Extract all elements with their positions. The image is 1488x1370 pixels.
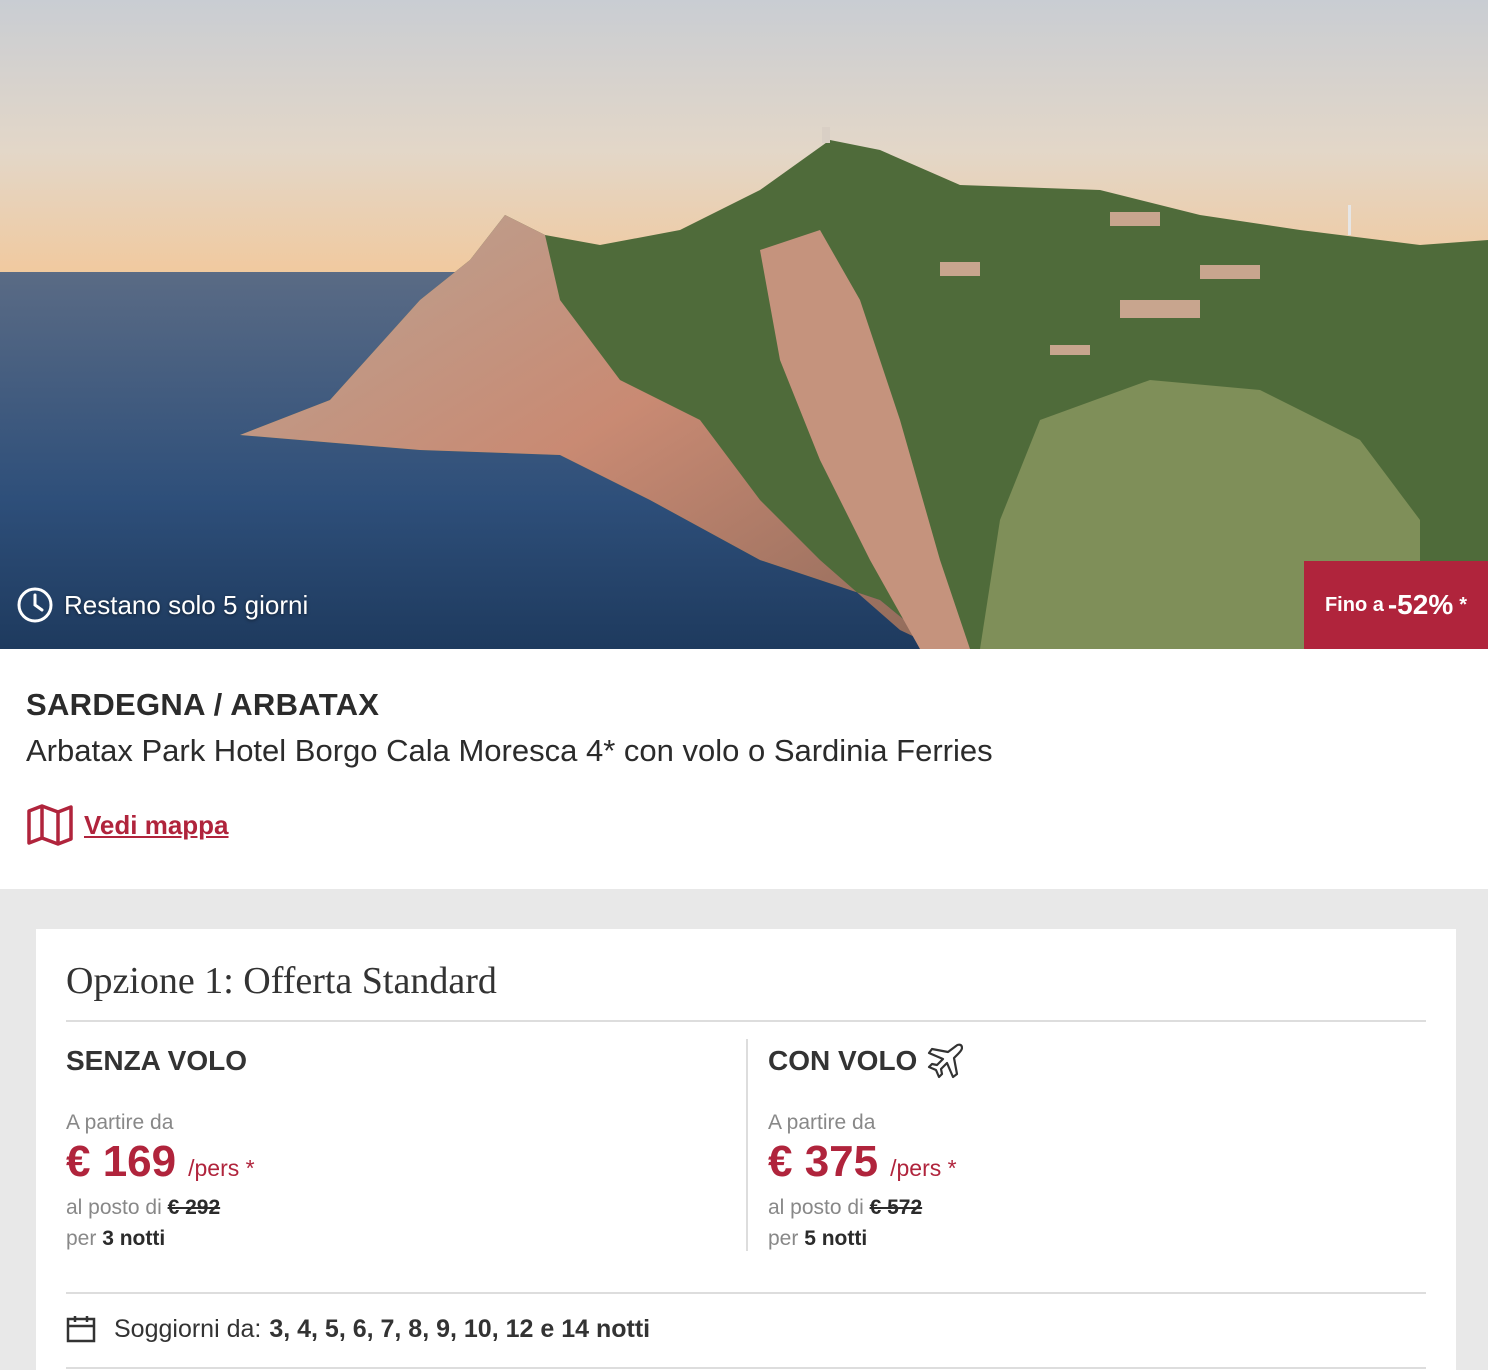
hero-image: Restano solo 5 giorni Fino a -52% * (0, 0, 1488, 649)
discount-prefix: Fino a (1324, 593, 1384, 616)
countdown-text: Restano solo 5 giorni (64, 589, 309, 620)
original-price: al posto di € 292 (66, 1196, 220, 1220)
price-block: € 169 /pers * (66, 1137, 255, 1187)
from-label: A partire da (768, 1111, 876, 1134)
region-title: SARDEGNA / ARBATAX (26, 687, 380, 722)
coastline-photo (0, 0, 1488, 649)
original-price: al posto di € 572 (768, 1196, 922, 1220)
without-flight-heading: SENZA VOLO (66, 1045, 247, 1076)
instead-label: al posto di (768, 1196, 864, 1219)
per-person-label: /pers * (188, 1155, 255, 1181)
map-link-label[interactable]: Vedi mappa (84, 810, 229, 841)
from-label: A partire da (66, 1111, 174, 1134)
divider (66, 1367, 1426, 1369)
original-price-value: € 572 (869, 1196, 923, 1219)
nights-info: per 5 notti (768, 1227, 867, 1251)
offer-card: Opzione 1: Offerta Standard SENZA VOLO A… (36, 929, 1456, 1370)
discount-badge: Fino a -52% * (1304, 561, 1488, 649)
price-value: € 375 (768, 1137, 879, 1186)
listing-info: SARDEGNA / ARBATAX Arbatax Park Hotel Bo… (0, 649, 1488, 889)
price-block: € 375 /pers * (768, 1137, 957, 1187)
divider (66, 1292, 1426, 1294)
discount-value: -52% (1387, 589, 1454, 620)
discount-suffix: * (1459, 593, 1468, 616)
nights-value: 5 notti (804, 1227, 868, 1250)
instead-label: al posto di (66, 1196, 162, 1219)
stays-label: Soggiorni da: (114, 1314, 262, 1343)
offer-title: Opzione 1: Offerta Standard (66, 960, 497, 1002)
nights-prefix: per (768, 1227, 799, 1250)
clock-icon (17, 587, 53, 623)
with-flight-heading-row: CON VOLO (768, 1041, 1428, 1081)
map-icon (27, 804, 73, 846)
divider (66, 1020, 1426, 1022)
stays-values: 3, 4, 5, 6, 7, 8, 9, 10, 12 e 14 notti (269, 1314, 651, 1343)
countdown-badge: Restano solo 5 giorni (16, 586, 308, 624)
price-value: € 169 (66, 1137, 177, 1186)
map-link[interactable]: Vedi mappa (26, 803, 229, 847)
nights-value: 3 notti (102, 1227, 166, 1250)
with-flight-heading: CON VOLO (768, 1045, 918, 1076)
stay-lengths: Soggiorni da: 3, 4, 5, 6, 7, 8, 9, 10, 1… (66, 1314, 650, 1344)
option-with-flight[interactable]: CON VOLO A partire da € 375 /pers * al p… (768, 1041, 1428, 1253)
option-without-flight[interactable]: SENZA VOLO A partire da € 169 /pers * al… (66, 1041, 726, 1253)
column-divider (746, 1039, 748, 1251)
nights-info: per 3 notti (66, 1227, 165, 1251)
calendar-icon (66, 1316, 96, 1343)
hotel-name: Arbatax Park Hotel Borgo Cala Moresca 4*… (26, 733, 993, 768)
plane-icon (928, 1043, 964, 1079)
nights-prefix: per (66, 1227, 97, 1250)
per-person-label: /pers * (890, 1155, 957, 1181)
original-price-value: € 292 (167, 1196, 221, 1219)
